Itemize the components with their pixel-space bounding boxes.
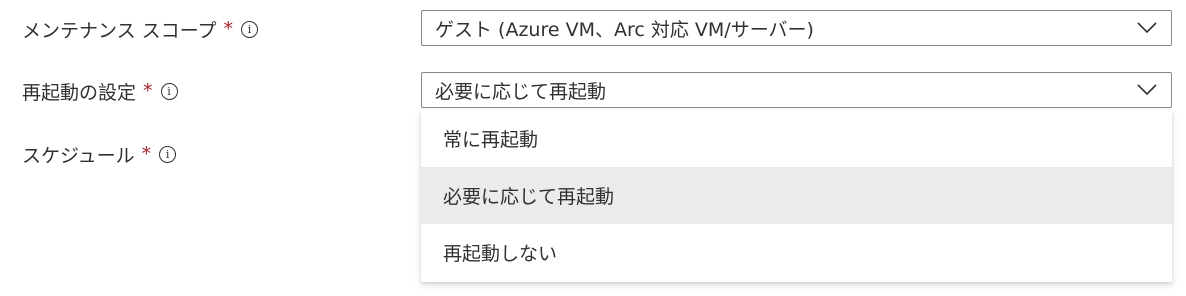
reboot-setting-dropdown[interactable]: 必要に応じて再起動 [421, 72, 1172, 108]
reboot-setting-label: 再起動の設定 [22, 81, 137, 104]
maintenance-scope-label-row: メンテナンス スコープ * i [22, 11, 259, 47]
chevron-down-icon [1137, 22, 1157, 34]
required-asterisk: * [141, 143, 152, 165]
reboot-setting-label-row: 再起動の設定 * i [22, 73, 178, 109]
required-asterisk: * [143, 80, 153, 102]
info-icon[interactable]: i [159, 145, 177, 163]
reboot-setting-value: 必要に応じて再起動 [435, 80, 607, 103]
maintenance-scope-value: ゲスト (Azure VM、Arc 対応 VM/サーバー) [435, 18, 814, 41]
option-label: 再起動しない [443, 243, 558, 265]
maintenance-scope-label: メンテナンス スコープ [22, 19, 217, 42]
option-always-reboot[interactable]: 常に再起動 [421, 110, 1172, 167]
required-asterisk: * [223, 18, 234, 40]
maintenance-scope-dropdown[interactable]: ゲスト (Azure VM、Arc 対応 VM/サーバー) [421, 10, 1172, 46]
info-icon[interactable]: i [160, 82, 178, 100]
option-label: 必要に応じて再起動 [443, 186, 615, 208]
schedule-label: スケジュール [22, 144, 135, 167]
info-icon[interactable]: i [241, 20, 259, 38]
option-never-reboot[interactable]: 再起動しない [421, 224, 1172, 281]
reboot-setting-options-menu: 常に再起動 必要に応じて再起動 再起動しない [421, 110, 1172, 282]
schedule-label-row: スケジュール * i [22, 136, 177, 172]
option-label: 常に再起動 [443, 129, 539, 151]
chevron-down-icon [1137, 84, 1157, 96]
option-reboot-if-required[interactable]: 必要に応じて再起動 [421, 167, 1172, 224]
